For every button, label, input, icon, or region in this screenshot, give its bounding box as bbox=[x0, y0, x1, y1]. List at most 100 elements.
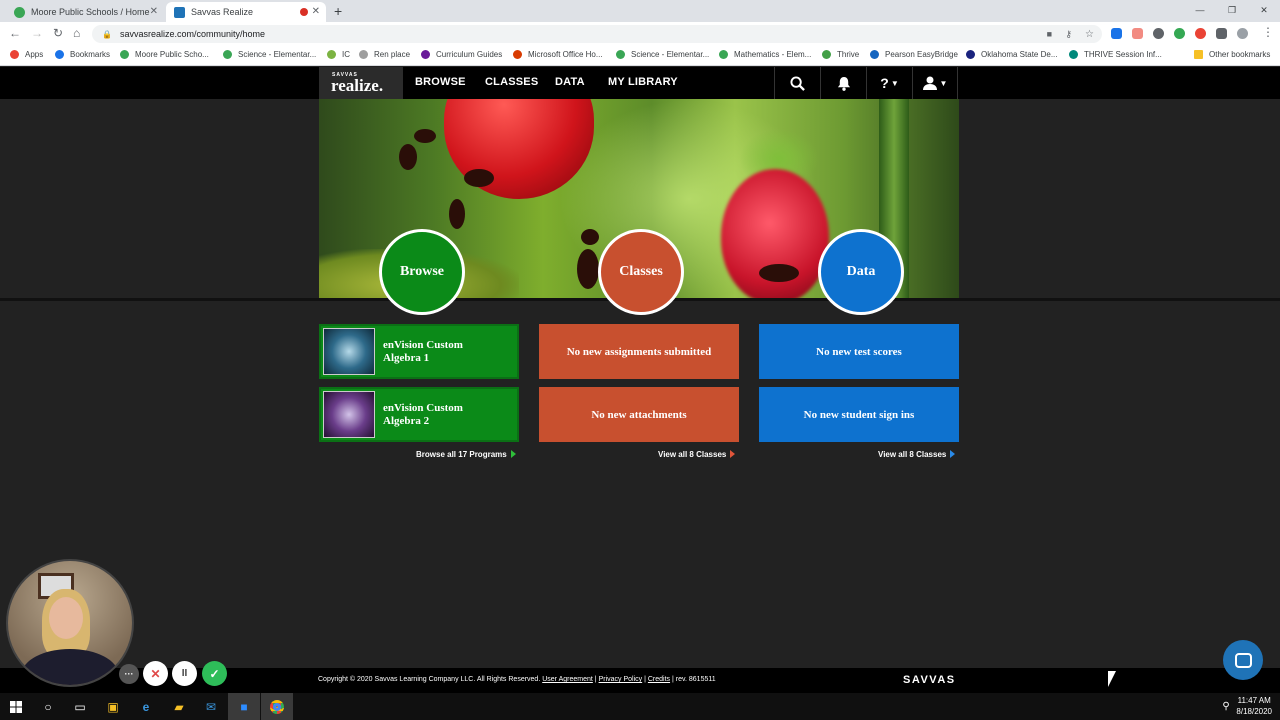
mail-icon[interactable]: ✉ bbox=[195, 693, 227, 720]
credits-link[interactable]: Credits bbox=[648, 676, 670, 683]
bookmark-item[interactable]: Ren place bbox=[359, 50, 410, 59]
bookmark-label: Microsoft Office Ho... bbox=[528, 50, 603, 59]
browse-hub-button[interactable]: Browse bbox=[379, 229, 465, 315]
bookmark-label: Other bookmarks bbox=[1209, 50, 1271, 59]
privacy-policy-link[interactable]: Privacy Policy bbox=[599, 676, 643, 683]
arrow-right-icon bbox=[510, 450, 516, 458]
bookmark-favicon-icon bbox=[120, 50, 129, 59]
windows-start-icon[interactable] bbox=[0, 693, 32, 720]
bookmark-item[interactable]: Pearson EasyBridge bbox=[870, 50, 958, 59]
app-top-nav: SAVVAS realize. BROWSE CLASSES DATA MY L… bbox=[0, 67, 1280, 99]
minimize-icon[interactable]: — bbox=[1184, 0, 1216, 22]
window-controls: — ❐ ✕ bbox=[1184, 0, 1280, 22]
extension-icon[interactable] bbox=[1174, 28, 1185, 39]
chrome-app-icon[interactable] bbox=[261, 693, 293, 720]
back-arrow-icon[interactable]: ← bbox=[9, 26, 21, 40]
address-bar[interactable]: 🔒 savvasrealize.com/community/home ☆ ■ ⚷ bbox=[92, 25, 1102, 43]
recorder-pause-button[interactable]: II bbox=[172, 661, 197, 686]
separator: | bbox=[672, 676, 674, 683]
bookmark-item[interactable]: Science - Elementar... bbox=[223, 50, 316, 59]
bookmark-label: Apps bbox=[25, 50, 44, 59]
bookmark-favicon-icon bbox=[421, 50, 430, 59]
notifications-button[interactable] bbox=[820, 67, 866, 99]
separator: | bbox=[644, 676, 646, 683]
browse-all-programs-link[interactable]: Browse all 17 Programs bbox=[416, 450, 516, 459]
program-thumbnail bbox=[323, 391, 375, 438]
zoom-app-icon[interactable]: ■ bbox=[228, 693, 260, 720]
bookmark-item[interactable]: THRIVE Session Inf... bbox=[1069, 50, 1162, 59]
bookmark-item[interactable]: Bookmarks bbox=[55, 50, 110, 59]
bookmark-item[interactable]: Apps bbox=[10, 50, 43, 59]
chat-icon bbox=[1234, 652, 1252, 668]
home-icon[interactable]: ⌂ bbox=[73, 26, 80, 40]
user-agreement-link[interactable]: User Agreement bbox=[542, 676, 593, 683]
profile-avatar-icon[interactable] bbox=[1237, 28, 1248, 39]
close-tab-icon[interactable]: ✕ bbox=[150, 6, 158, 17]
data-tile-test-scores[interactable]: No new test scores bbox=[759, 324, 959, 379]
nav-browse[interactable]: BROWSE bbox=[415, 76, 466, 88]
help-button[interactable]: ? ▼ bbox=[866, 67, 912, 99]
bookmark-item[interactable]: Curriculum Guides bbox=[421, 50, 502, 59]
chat-support-button[interactable] bbox=[1223, 640, 1263, 680]
bookmark-item[interactable]: Science - Elementar... bbox=[616, 50, 709, 59]
search-button[interactable] bbox=[774, 67, 820, 99]
star-icon[interactable]: ☆ bbox=[1085, 29, 1094, 40]
reload-icon[interactable]: ↻ bbox=[53, 26, 63, 40]
bookmark-label: Oklahoma State De... bbox=[981, 50, 1058, 59]
restore-icon[interactable]: ❐ bbox=[1216, 0, 1248, 22]
revision-text: rev. 8615511 bbox=[675, 676, 716, 683]
classes-hub-button[interactable]: Classes bbox=[598, 229, 684, 315]
camera-icon[interactable]: ■ bbox=[1047, 29, 1052, 39]
close-window-icon[interactable]: ✕ bbox=[1248, 0, 1280, 22]
program-tile-algebra-1[interactable]: enVision Custom Algebra 1 bbox=[319, 324, 519, 379]
bookmark-item[interactable]: Oklahoma State De... bbox=[966, 50, 1057, 59]
file-explorer-icon[interactable]: ▰ bbox=[163, 693, 195, 720]
recorder-more-button[interactable]: ··· bbox=[119, 664, 139, 684]
bookmark-item[interactable]: Other bookmarks bbox=[1194, 50, 1270, 59]
edge-icon[interactable]: e bbox=[130, 693, 162, 720]
bookmark-item[interactable]: Microsoft Office Ho... bbox=[513, 50, 603, 59]
new-tab-button[interactable]: + bbox=[334, 3, 342, 19]
data-tile-sign-ins[interactable]: No new student sign ins bbox=[759, 387, 959, 442]
bookmark-item[interactable]: Thrive bbox=[822, 50, 859, 59]
nav-my-library[interactable]: MY LIBRARY bbox=[608, 76, 678, 88]
bookmark-favicon-icon bbox=[822, 50, 831, 59]
cortana-search-icon[interactable]: ○ bbox=[32, 693, 64, 720]
close-tab-icon[interactable]: ✕ bbox=[312, 6, 320, 17]
savvas-realize-logo[interactable]: SAVVAS realize. bbox=[319, 67, 403, 99]
extension-icon[interactable] bbox=[1195, 28, 1206, 39]
puzzle-icon[interactable] bbox=[1216, 28, 1227, 39]
key-icon[interactable]: ⚷ bbox=[1065, 29, 1072, 40]
bookmark-favicon-icon bbox=[1194, 50, 1203, 59]
bookmark-item[interactable]: Mathematics - Elem... bbox=[719, 50, 811, 59]
extension-icon[interactable] bbox=[1153, 28, 1164, 39]
view-all-data-classes-link[interactable]: View all 8 Classes bbox=[878, 450, 956, 459]
nav-classes[interactable]: CLASSES bbox=[485, 76, 538, 88]
forward-arrow-icon[interactable]: → bbox=[31, 26, 43, 40]
view-all-classes-link[interactable]: View all 8 Classes bbox=[658, 450, 736, 459]
classes-tile-assignments[interactable]: No new assignments submitted bbox=[539, 324, 739, 379]
extension-icon[interactable] bbox=[1132, 28, 1143, 39]
arrow-right-icon bbox=[950, 450, 956, 458]
program-tile-algebra-2[interactable]: enVision Custom Algebra 2 bbox=[319, 387, 519, 442]
recorder-done-button[interactable]: ✓ bbox=[202, 661, 227, 686]
user-icon bbox=[922, 76, 937, 90]
bookmark-label: THRIVE Session Inf... bbox=[1084, 50, 1162, 59]
bookmark-item[interactable]: IC bbox=[327, 50, 350, 59]
tab-savvas-realize[interactable]: Savvas Realize ✕ bbox=[166, 2, 326, 22]
classes-tile-attachments[interactable]: No new attachments bbox=[539, 387, 739, 442]
tab-moore-public-schools[interactable]: Moore Public Schools / Home ✕ bbox=[6, 2, 164, 22]
menu-dots-icon[interactable]: ⋮ bbox=[1262, 25, 1274, 39]
nav-data[interactable]: DATA bbox=[555, 76, 585, 88]
extension-icon[interactable] bbox=[1111, 28, 1122, 39]
browser-toolbar: ← → ↻ ⌂ 🔒 savvasrealize.com/community/ho… bbox=[0, 22, 1280, 46]
recorder-cancel-button[interactable]: ✕ bbox=[143, 661, 168, 686]
user-menu-button[interactable]: ▼ bbox=[912, 67, 958, 99]
taskbar-clock[interactable]: 11:47 AM 8/18/2020 bbox=[1236, 695, 1272, 717]
store-icon[interactable]: ▣ bbox=[97, 693, 129, 720]
logo-big-text: realize. bbox=[331, 76, 384, 95]
mouse-cursor-icon bbox=[1108, 671, 1116, 687]
task-view-icon[interactable]: ▭ bbox=[64, 693, 96, 720]
data-hub-button[interactable]: Data bbox=[818, 229, 904, 315]
bookmark-item[interactable]: Moore Public Scho... bbox=[120, 50, 209, 59]
